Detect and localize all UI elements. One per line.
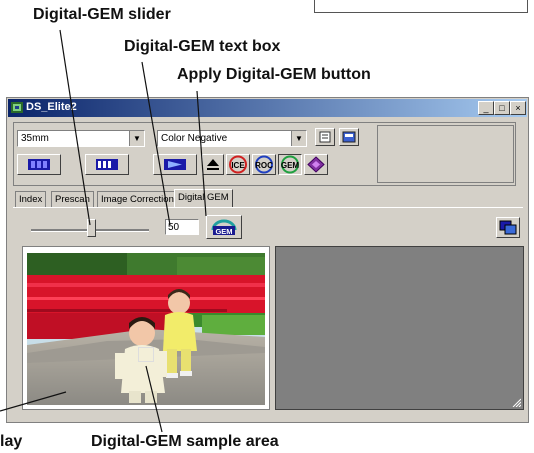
apply-gem-icon: GEM xyxy=(211,219,237,236)
gem-label: GEM xyxy=(281,161,300,170)
compare-view-button[interactable] xyxy=(496,217,520,238)
film-type-select[interactable]: Color Negative ▼ xyxy=(157,130,307,147)
gem-icon: GEM xyxy=(281,155,300,174)
tab-divider xyxy=(13,207,523,208)
gem-value-input[interactable] xyxy=(165,219,199,235)
scan-settings-icon xyxy=(342,131,356,143)
compare-view-icon xyxy=(499,220,517,235)
preferences-icon xyxy=(319,131,331,143)
callout-display: lay xyxy=(0,433,23,450)
maximize-button[interactable]: □ xyxy=(494,101,510,115)
tab-prescan[interactable]: Prescan xyxy=(51,191,94,207)
chevron-down-icon[interactable]: ▼ xyxy=(129,131,144,146)
film-format-value: 35mm xyxy=(21,133,49,144)
film-format-select[interactable]: 35mm ▼ xyxy=(17,130,145,147)
scan-button[interactable] xyxy=(153,154,197,175)
callout-gem-sample-area: Digital-GEM sample area xyxy=(91,433,279,450)
prescan-icon xyxy=(28,159,50,170)
gem-sample-area[interactable] xyxy=(138,347,154,362)
correction-preview-area xyxy=(275,246,524,410)
app-icon xyxy=(11,102,23,113)
pointer-tool-button[interactable] xyxy=(304,154,328,175)
ice-button[interactable]: ICE xyxy=(226,154,250,175)
chevron-down-icon[interactable]: ▼ xyxy=(291,131,306,146)
resize-grip-icon[interactable] xyxy=(511,397,521,407)
photo-illustration xyxy=(27,253,265,405)
roc-icon: ROC xyxy=(255,155,273,174)
window-title: DS_Elite2 xyxy=(26,101,77,113)
apply-gem-button[interactable]: GEM xyxy=(206,215,242,239)
preferences-button[interactable] xyxy=(315,128,335,146)
roc-label: ROC xyxy=(255,161,273,170)
index-scan-button[interactable] xyxy=(85,154,129,175)
film-type-value: Color Negative xyxy=(161,133,228,144)
roc-button[interactable]: ROC xyxy=(252,154,276,175)
eject-icon xyxy=(207,159,219,170)
eject-button[interactable] xyxy=(202,154,224,175)
callout-gem-text-box: Digital-GEM text box xyxy=(124,38,281,55)
preview-photo xyxy=(27,253,265,405)
gem-slider-thumb[interactable] xyxy=(87,219,96,237)
app-window: DS_Elite2 _ □ × 35mm ▼ Color Negative ▼ xyxy=(6,97,529,423)
apply-gem-label: GEM xyxy=(215,227,232,236)
scan-icon xyxy=(164,159,186,170)
tab-digital-gem[interactable]: Digital GEM xyxy=(174,189,233,208)
image-display[interactable] xyxy=(22,246,270,410)
prescan-button[interactable] xyxy=(17,154,61,175)
adjacent-window-frame xyxy=(314,0,528,13)
index-scan-icon xyxy=(96,159,118,170)
pointer-icon xyxy=(307,156,325,173)
info-panel xyxy=(377,125,514,183)
ice-label: ICE xyxy=(231,161,245,170)
gem-toggle-button[interactable]: GEM xyxy=(278,154,302,175)
tab-index[interactable]: Index xyxy=(15,191,47,207)
ice-icon: ICE xyxy=(229,155,247,174)
title-bar[interactable]: DS_Elite2 _ □ × xyxy=(8,99,527,117)
callout-gem-slider: Digital-GEM slider xyxy=(33,6,171,23)
control-panel: 35mm ▼ Color Negative ▼ ICE ROC GEM xyxy=(13,122,516,186)
scan-settings-button[interactable] xyxy=(339,128,359,146)
tab-image-correction[interactable]: Image Correction xyxy=(97,191,178,207)
callout-apply-gem-button: Apply Digital-GEM button xyxy=(177,66,371,83)
minimize-button[interactable]: _ xyxy=(478,101,494,115)
close-button[interactable]: × xyxy=(510,101,526,115)
